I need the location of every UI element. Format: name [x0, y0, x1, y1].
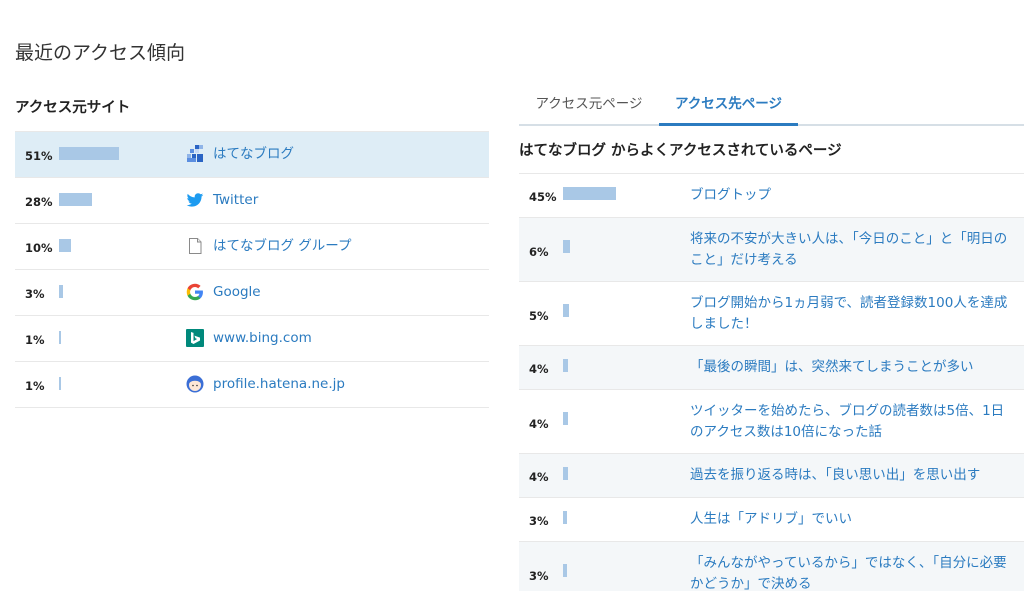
referrer-percent: 28% — [25, 195, 53, 209]
referrer-row[interactable]: 3% Google — [15, 270, 489, 316]
referrer-percent: 1% — [25, 333, 45, 347]
page-link[interactable]: 人生は「アドリブ」でいい — [690, 509, 1008, 530]
tab-destination-pages[interactable]: アクセス先ページ — [659, 84, 798, 126]
referrer-bar — [59, 331, 61, 344]
page-percent: 3% — [529, 569, 549, 583]
page-bar — [563, 240, 570, 253]
page-link[interactable]: 過去を振り返る時は、「良い思い出」を思い出す — [690, 465, 1008, 486]
referrer-link[interactable]: はてなブログ — [213, 132, 294, 177]
page-row[interactable]: 6% 将来の不安が大きい人は、「今日のこと」と「明日のこと」だけ考える — [519, 218, 1024, 282]
document-icon — [186, 237, 204, 255]
referrer-percent: 1% — [25, 379, 45, 393]
referrer-percent: 3% — [25, 287, 45, 301]
access-trends-page: 最近のアクセス傾向 アクセス元サイト 51% はてなブログ 28% Twitte… — [0, 0, 1024, 591]
page-row[interactable]: 3% 人生は「アドリブ」でいい — [519, 498, 1024, 542]
referrer-percent: 10% — [25, 241, 53, 255]
page-link[interactable]: 「最後の瞬間」は、突然来てしまうことが多い — [690, 357, 1008, 378]
referrer-bar — [59, 239, 71, 252]
page-percent: 6% — [529, 245, 549, 259]
page-bar — [563, 359, 568, 372]
destination-pages-panel: アクセス元ページ アクセス先ページ はてなブログ からよくアクセスされているペー… — [519, 84, 1024, 591]
page-percent: 45% — [529, 190, 557, 204]
page-link[interactable]: 将来の不安が大きい人は、「今日のこと」と「明日のこと」だけ考える — [690, 229, 1008, 271]
referrer-sites-title: アクセス元サイト — [15, 100, 131, 116]
page-row[interactable]: 4% ツイッターを始めたら、ブログの読者数は5倍、1日のアクセス数は10倍になっ… — [519, 390, 1024, 454]
referrer-percent: 51% — [25, 149, 53, 163]
page-percent: 4% — [529, 470, 549, 484]
page-percent: 3% — [529, 514, 549, 528]
page-row[interactable]: 4% 過去を振り返る時は、「良い思い出」を思い出す — [519, 454, 1024, 498]
referrer-sites-panel: アクセス元サイト 51% はてなブログ 28% Twitter 10% はてなブ… — [15, 96, 489, 408]
page-percent: 4% — [529, 417, 549, 431]
profile-avatar-icon — [186, 375, 204, 393]
page-row[interactable]: 4% 「最後の瞬間」は、突然来てしまうことが多い — [519, 346, 1024, 390]
page-link[interactable]: ツイッターを始めたら、ブログの読者数は5倍、1日のアクセス数は10倍になった話 — [690, 401, 1008, 443]
page-percent: 4% — [529, 362, 549, 376]
referrer-link[interactable]: Google — [213, 270, 261, 315]
referrer-bar — [59, 193, 92, 206]
referrer-row[interactable]: 28% Twitter — [15, 178, 489, 224]
referrer-link[interactable]: www.bing.com — [213, 316, 312, 361]
destination-pages-list: 45% ブログトップ 6% 将来の不安が大きい人は、「今日のこと」と「明日のこと… — [519, 173, 1024, 591]
google-icon — [186, 283, 204, 301]
bing-icon — [186, 329, 204, 347]
tab-source-pages[interactable]: アクセス元ページ — [519, 84, 659, 124]
referrer-bar — [59, 285, 63, 298]
referrer-row[interactable]: 51% はてなブログ — [15, 132, 489, 178]
destination-pages-title: はてなブログ からよくアクセスされているページ — [519, 143, 842, 159]
page-link[interactable]: ブログ開始から1ヵ月弱で、読者登録数100人を達成しました！ — [690, 293, 1008, 335]
page-link[interactable]: ブログトップ — [690, 185, 1008, 206]
page-bar — [563, 304, 569, 317]
referrer-link[interactable]: はてなブログ グループ — [213, 224, 351, 269]
hatena-blog-icon — [186, 145, 204, 163]
page-bar — [563, 564, 567, 577]
page-bar — [563, 187, 616, 200]
referrer-row[interactable]: 1% profile.hatena.ne.jp — [15, 362, 489, 408]
page-row[interactable]: 45% ブログトップ — [519, 174, 1024, 218]
referrer-row[interactable]: 1% www.bing.com — [15, 316, 489, 362]
page-title: 最近のアクセス傾向 — [15, 42, 186, 64]
referrer-sites-list: 51% はてなブログ 28% Twitter 10% はてなブログ グループ 3… — [15, 131, 489, 408]
page-bar — [563, 511, 567, 524]
referrer-link[interactable]: profile.hatena.ne.jp — [213, 362, 345, 407]
tab-bar: アクセス元ページ アクセス先ページ — [519, 84, 1024, 126]
referrer-bar — [59, 377, 61, 390]
referrer-bar — [59, 147, 119, 160]
page-link[interactable]: 「みんながやっているから」ではなく、「自分に必要かどうか」で決める — [690, 553, 1008, 591]
page-bar — [563, 412, 568, 425]
page-row[interactable]: 5% ブログ開始から1ヵ月弱で、読者登録数100人を達成しました！ — [519, 282, 1024, 346]
referrer-row[interactable]: 10% はてなブログ グループ — [15, 224, 489, 270]
twitter-icon — [186, 191, 204, 209]
referrer-link[interactable]: Twitter — [213, 178, 258, 223]
page-percent: 5% — [529, 309, 549, 323]
page-row[interactable]: 3% 「みんながやっているから」ではなく、「自分に必要かどうか」で決める — [519, 542, 1024, 591]
page-bar — [563, 467, 568, 480]
